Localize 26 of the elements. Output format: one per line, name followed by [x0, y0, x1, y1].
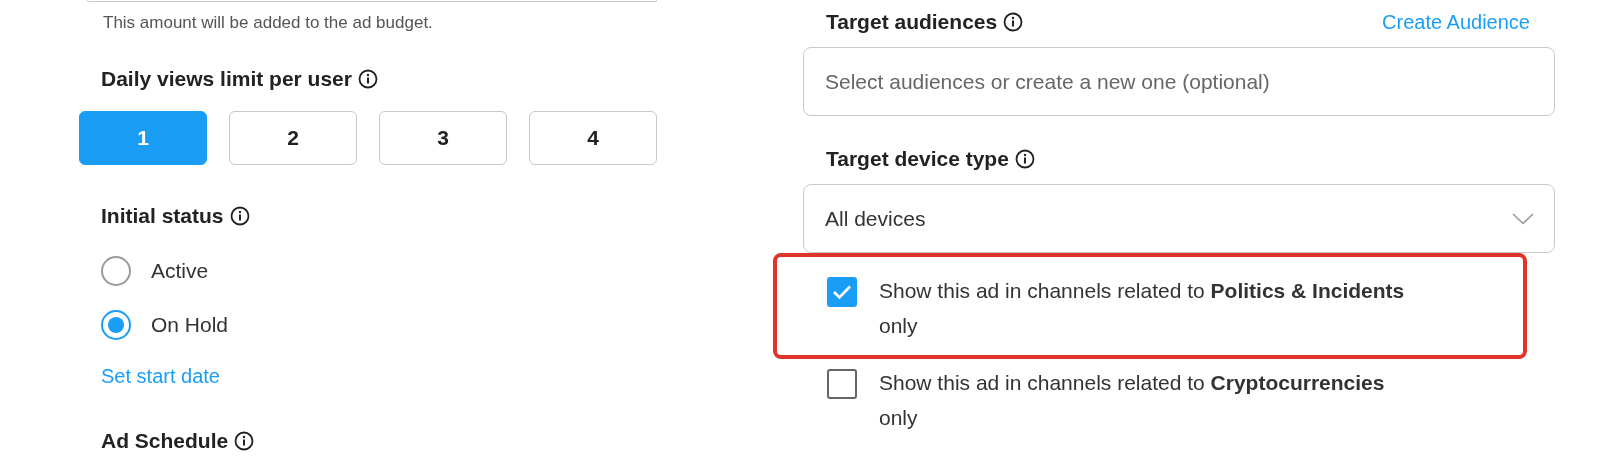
checkbox-label: Show this ad in channels related to Politics & Incidents only: [879, 278, 1406, 339]
limit-option[interactable]: 2: [229, 111, 357, 165]
section-heading: Ad Schedule: [101, 428, 229, 454]
section-heading: Target audiences: [826, 9, 998, 35]
info-icon: [1014, 149, 1035, 169]
chevron-down-icon: [1512, 212, 1534, 225]
info-icon: [357, 69, 378, 89]
checkbox[interactable]: [827, 277, 857, 307]
radio-label: On Hold: [151, 313, 229, 337]
section-heading: Daily views limit per user: [101, 66, 352, 92]
info-icon: [229, 206, 250, 226]
check-icon: [832, 284, 852, 300]
section-heading: Target device type: [826, 146, 1009, 172]
limit-option[interactable]: 3: [379, 111, 507, 165]
radio-button[interactable]: [101, 256, 131, 286]
budget-note: This amount will be added to the ad budget.: [103, 12, 434, 34]
radio-label: Active: [151, 259, 209, 283]
limit-option[interactable]: 4: [529, 111, 657, 165]
device-select[interactable]: All devices: [803, 184, 1555, 253]
radio-button[interactable]: [101, 310, 131, 340]
checkbox[interactable]: [827, 369, 857, 399]
checkbox-label: Show this ad in channels related to Cryptocurrencies only: [879, 370, 1386, 431]
info-icon: [234, 431, 255, 451]
section-heading: Initial status: [101, 203, 224, 229]
audience-field[interactable]: Select audiences or create a new one (optional): [803, 47, 1555, 116]
info-icon: [1003, 12, 1024, 32]
